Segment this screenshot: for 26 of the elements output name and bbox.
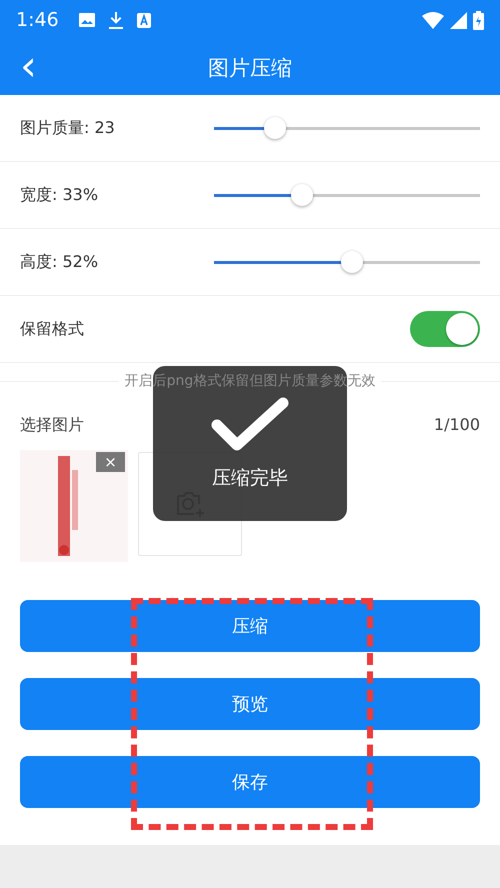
action-button[interactable]: 预览 bbox=[20, 678, 480, 730]
slider-thumb[interactable] bbox=[264, 117, 286, 139]
setting-label: 图片质量: 23 bbox=[20, 118, 116, 138]
status-time: 1:46 bbox=[16, 9, 59, 31]
checkmark-icon bbox=[211, 396, 289, 450]
slider-thumb[interactable] bbox=[290, 184, 313, 206]
remove-button[interactable]: × bbox=[96, 452, 125, 472]
action-button[interactable]: 压缩 bbox=[20, 600, 480, 652]
setting-label: 高度: 52% bbox=[20, 252, 100, 272]
setting-label: 保留格式 bbox=[20, 318, 85, 340]
download-icon bbox=[108, 12, 123, 28]
wifi-icon bbox=[422, 12, 444, 28]
image-count: 1/100 bbox=[434, 415, 480, 436]
app-letter-icon bbox=[136, 12, 151, 28]
toggle-switch[interactable] bbox=[410, 311, 480, 347]
hint-text: 开启后png格式保留但图片质量参数无效 bbox=[124, 372, 376, 390]
action-button[interactable]: 保存 bbox=[20, 756, 480, 808]
battery-icon bbox=[473, 10, 484, 30]
slider-thumb[interactable] bbox=[341, 251, 364, 273]
image-icon bbox=[78, 13, 95, 27]
page-title: 图片压缩 bbox=[208, 54, 292, 82]
picker-label: 选择图片 bbox=[20, 415, 84, 436]
signal-icon bbox=[450, 12, 467, 28]
setting-label: 宽度: 33% bbox=[20, 184, 100, 206]
toast-message: 压缩完毕 bbox=[212, 466, 288, 490]
back-button[interactable]: ‹ bbox=[14, 46, 43, 86]
